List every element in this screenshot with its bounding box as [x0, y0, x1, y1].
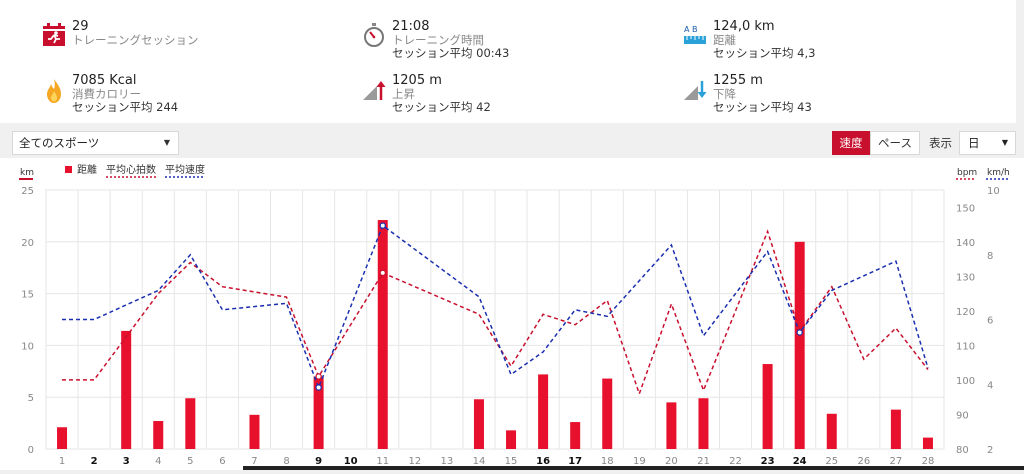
- y-tick-km: 20: [21, 238, 34, 249]
- y-tick-kmh: 8: [987, 251, 993, 262]
- calories-average: セッション平均 244: [72, 100, 179, 114]
- x-tick-label: 4: [155, 456, 161, 467]
- distance-bar: [762, 364, 773, 449]
- y-tick-km: 10: [21, 341, 34, 352]
- stat-time: 21:08 トレーニング時間 セッション平均 00:43: [362, 19, 662, 67]
- speed-point-marker: [796, 329, 803, 336]
- y-tick-km: 5: [28, 393, 34, 404]
- chart-grid: [45, 189, 945, 450]
- sport-filter-value: 全てのスポーツ: [19, 136, 100, 150]
- ascent-arrow-icon: [362, 76, 386, 102]
- runner-calendar-icon: [42, 22, 66, 48]
- distance-average: セッション平均 4,3: [713, 46, 816, 60]
- y-tick-bpm: 150: [956, 203, 975, 214]
- bottom-edge-strip: [243, 466, 1024, 470]
- legend-distance-swatch: [65, 166, 72, 173]
- distance-bar: [57, 427, 68, 449]
- x-tick-label: 2: [91, 456, 98, 467]
- speed-point-marker: [315, 384, 322, 391]
- distance-bar: [121, 330, 132, 449]
- chart-axes: 051015202580901001101201301401502468101 2…: [21, 186, 999, 467]
- y-tick-bpm: 120: [956, 307, 975, 318]
- display-label: 表示: [929, 136, 952, 150]
- distance-bar: [185, 398, 196, 449]
- y-tick-bpm: 80: [956, 445, 969, 456]
- distance-bar: [473, 399, 484, 449]
- legend-hr: 平均心拍数: [106, 163, 156, 176]
- ascent-value: 1205 m: [392, 73, 442, 88]
- sessions-value: 29: [72, 19, 89, 34]
- y-tick-km: 25: [21, 186, 34, 197]
- unit-bpm: bpm: [957, 168, 977, 178]
- distance-bar: [826, 413, 837, 449]
- y-tick-bpm: 130: [956, 272, 975, 283]
- y-tick-bpm: 110: [956, 341, 975, 352]
- summary-stats-panel: 29 トレーニングセッション 21:08 トレーニング時間 セッション平均 00…: [0, 0, 1016, 123]
- distance-bar: [602, 378, 613, 449]
- distance-bar: [249, 414, 260, 449]
- legend-distance: 距離: [77, 163, 97, 176]
- hr-point-marker: [379, 269, 386, 277]
- descent-average: セッション平均 43: [713, 100, 812, 114]
- stat-ascent: 1205 m 上昇 セッション平均 42: [362, 73, 662, 121]
- speed-toggle-button[interactable]: 速度: [832, 131, 870, 155]
- ruler-ab-letters: A B: [684, 25, 698, 34]
- y-tick-kmh: 6: [987, 316, 993, 327]
- period-select[interactable]: 日 ▼: [959, 131, 1016, 155]
- y-tick-kmh: 2: [987, 445, 993, 456]
- stat-sessions: 29 トレーニングセッション: [42, 19, 342, 67]
- distance-bar: [377, 220, 388, 449]
- chart-legend: 距離 平均心拍数 平均速度 km bpm km/h: [19, 163, 1010, 180]
- x-tick-label: 3: [123, 456, 130, 467]
- ruler-ab-icon: A B: [683, 22, 707, 48]
- flame-icon: [42, 76, 66, 103]
- y-tick-bpm: 100: [956, 376, 975, 387]
- stopwatch-icon: [362, 22, 386, 48]
- speed-point-marker: [379, 222, 386, 229]
- distance-bar: [506, 430, 517, 449]
- chevron-down-icon: ▼: [163, 138, 170, 147]
- y-tick-bpm: 140: [956, 238, 975, 249]
- hr-point-marker: [315, 373, 322, 380]
- distance-value: 124,0 km: [713, 19, 775, 34]
- distance-bar: [666, 402, 677, 449]
- distance-bar: [538, 374, 549, 449]
- y-tick-bpm: 90: [956, 410, 969, 421]
- chart-toolbar: 全てのスポーツ ▼ 速度 ペース 表示 日 ▼: [0, 123, 1024, 158]
- stat-calories: 7085 Kcal 消費カロリー セッション平均 244: [42, 73, 342, 121]
- x-tick-label: 6: [219, 456, 225, 467]
- calories-value: 7085 Kcal: [72, 73, 137, 88]
- y-tick-km: 0: [28, 445, 34, 456]
- y-tick-km: 15: [21, 290, 34, 301]
- time-average: セッション平均 00:43: [392, 46, 510, 60]
- distance-bar: [922, 437, 933, 449]
- distance-bar: [794, 241, 805, 449]
- sessions-label: トレーニングセッション: [72, 33, 199, 47]
- pace-toggle-button[interactable]: ペース: [870, 131, 920, 155]
- distance-bar: [570, 422, 581, 449]
- period-value: 日: [968, 136, 980, 150]
- legend-speed: 平均速度: [165, 163, 205, 176]
- activity-chart: 051015202580901001101201301401502468101 2…: [19, 163, 1010, 467]
- distance-bar: [890, 409, 901, 449]
- distance-bar: [698, 398, 709, 449]
- ascent-average: セッション平均 42: [392, 100, 491, 114]
- activity-chart-panel: 0 5 10 15 20 25 80 90 100 110 120 130 140 150 2 4 6 8 10 1 2…: [0, 158, 1024, 470]
- sport-filter-select[interactable]: 全てのスポーツ ▼: [12, 131, 179, 155]
- y-tick-kmh: 4: [987, 380, 993, 391]
- distance-bar: [153, 421, 164, 449]
- y-tick-kmh: 10: [987, 186, 1000, 197]
- x-tick-label: 1: [59, 456, 65, 467]
- chevron-down-icon: ▼: [1001, 138, 1008, 147]
- time-value: 21:08: [392, 19, 430, 34]
- x-tick-label: 5: [187, 456, 193, 467]
- unit-kmh: km/h: [987, 168, 1010, 178]
- stat-descent: 1255 m 下降 セッション平均 43: [683, 73, 983, 121]
- stat-distance: A B 124,0 km 距離 セッション平均 4,3: [683, 19, 983, 67]
- unit-km: km: [20, 168, 34, 178]
- descent-value: 1255 m: [713, 73, 763, 88]
- descent-arrow-icon: [683, 76, 707, 102]
